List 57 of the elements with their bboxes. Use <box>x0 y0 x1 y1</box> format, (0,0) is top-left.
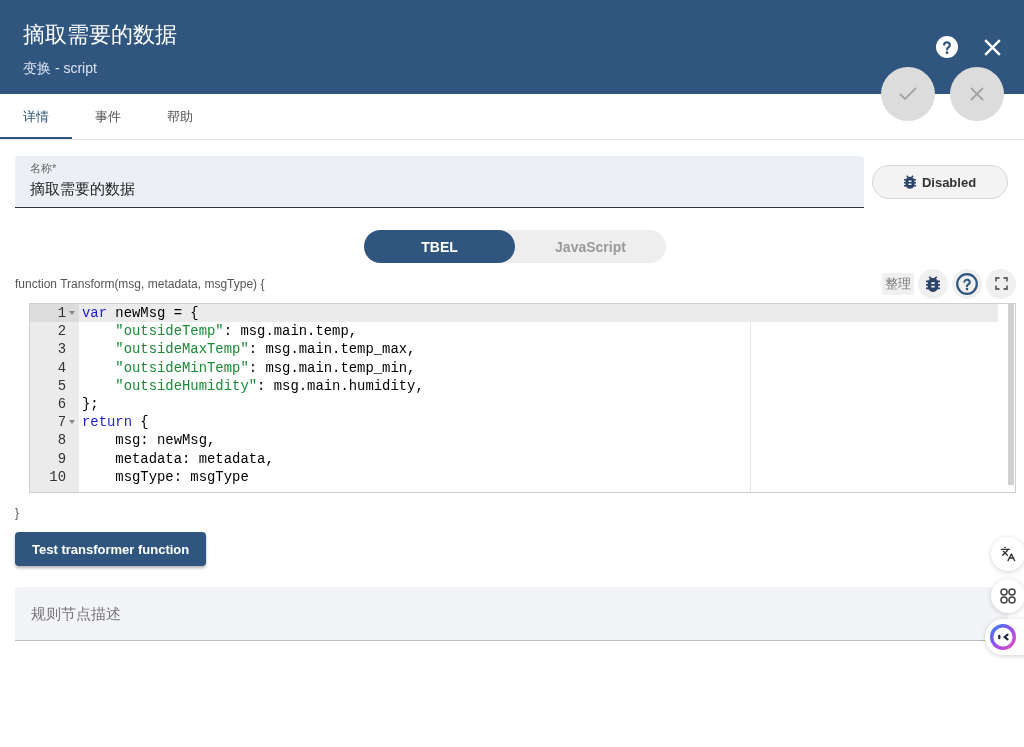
tab[interactable]: 详情 <box>0 94 72 139</box>
code-line: msg: newMsg, <box>115 431 216 450</box>
line-number: 10 <box>49 467 66 486</box>
face-icon <box>990 624 1016 650</box>
dialog-title: 摘取需要的数据 <box>23 21 177 49</box>
tidy-button[interactable]: 整理 <box>882 272 914 295</box>
bug-icon <box>903 175 916 189</box>
line-number: 3 <box>57 340 66 359</box>
line-number: 2 <box>57 322 66 341</box>
debug-mode-button[interactable]: Disabled <box>872 165 1008 199</box>
field-label: 名称* <box>30 162 57 175</box>
help-icon <box>956 272 978 295</box>
debug-button[interactable] <box>918 268 948 299</box>
line-number: 9 <box>57 449 66 468</box>
line-number: 6 <box>57 394 66 414</box>
field-value: 摘取需要的数据 <box>30 179 135 199</box>
function-signature: function Transform(msg, metadata, msgType) { <box>15 276 265 291</box>
translate-icon <box>1000 546 1016 562</box>
name-field[interactable]: 名称* 摘取需要的数据 <box>15 156 864 208</box>
line-number: 7 <box>57 413 66 432</box>
code-line: var newMsg = { <box>82 304 199 323</box>
assistant-button[interactable] <box>985 619 1024 655</box>
function-closing-brace: } <box>15 505 19 521</box>
description-field[interactable]: 规则节点描述 <box>15 587 1008 641</box>
code-line: }; <box>82 394 99 414</box>
fullscreen-icon <box>994 277 1008 290</box>
test-function-button[interactable]: Test transformer function <box>15 532 207 566</box>
close-icon[interactable] <box>984 38 1001 56</box>
help-icon[interactable] <box>936 36 958 58</box>
code-line: "outsideTemp": msg.main.temp, <box>115 322 358 341</box>
scrollbar-thumb[interactable] <box>1008 304 1014 485</box>
close-icon <box>970 87 984 101</box>
language-option[interactable]: TBEL <box>364 230 515 263</box>
line-number: 4 <box>57 358 66 377</box>
line-number: 8 <box>57 431 66 450</box>
code-line: "outsideMinTemp": msg.main.temp_min, <box>115 358 416 377</box>
code-line: "outsideHumidity": msg.main.humidity, <box>115 376 424 395</box>
code-editor[interactable] <box>29 303 1016 493</box>
fullscreen-button[interactable] <box>986 268 1016 299</box>
code-line: return { <box>82 413 149 432</box>
grid-icon <box>1000 588 1016 604</box>
fold-arrow-icon[interactable] <box>68 311 75 316</box>
fold-arrow-icon[interactable] <box>68 420 75 425</box>
dialog-subtitle: 变换 - script <box>23 59 97 77</box>
language-toggle[interactable]: TBEL JavaScript <box>364 230 666 263</box>
code-line: "outsideMaxTemp": msg.main.temp_max, <box>115 340 416 359</box>
bug-icon <box>926 275 940 292</box>
tab[interactable]: 事件 <box>72 94 144 139</box>
code-line: metadata: metadata, <box>115 449 274 468</box>
help-button[interactable] <box>952 268 982 299</box>
line-number: 5 <box>57 376 66 395</box>
check-icon <box>899 87 917 101</box>
code-line: msgType: msgType <box>115 467 249 486</box>
apps-button[interactable] <box>991 579 1024 613</box>
translate-button[interactable] <box>991 537 1024 571</box>
line-number: 1 <box>57 304 66 323</box>
tab[interactable]: 帮助 <box>144 94 216 139</box>
